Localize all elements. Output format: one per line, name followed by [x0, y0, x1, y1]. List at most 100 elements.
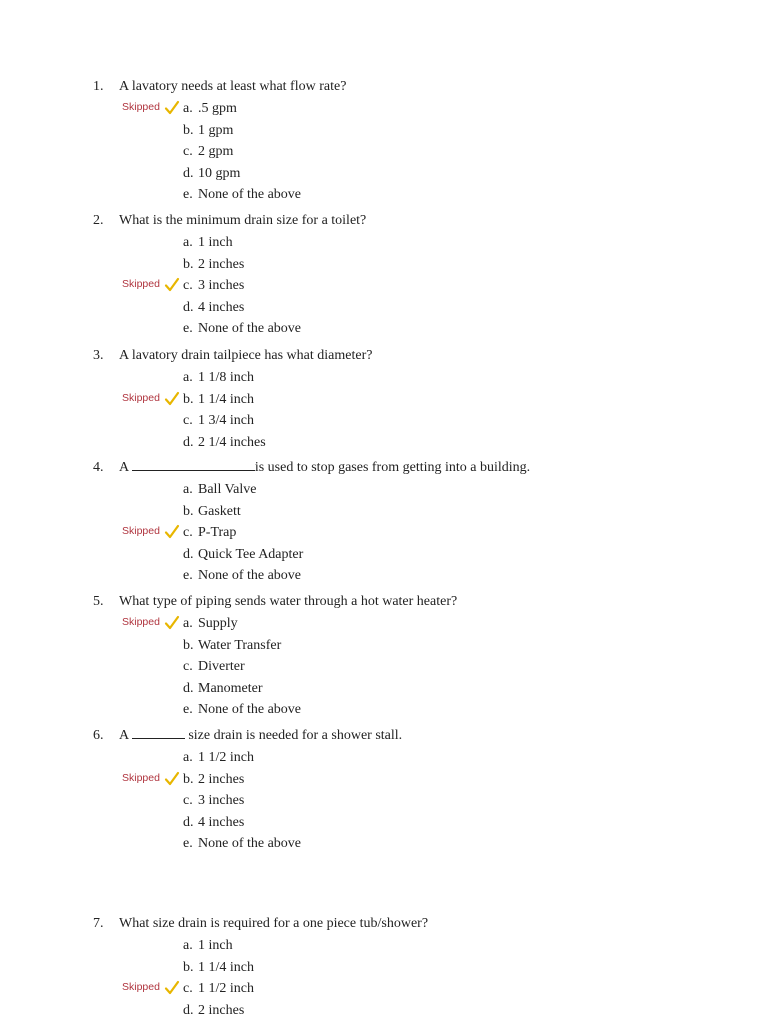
option-letter: a. [183, 235, 193, 250]
question-text: What is the minimum drain size for a toi… [119, 213, 367, 228]
option-letter: a. [183, 750, 193, 765]
skipped-label: Skipped [122, 616, 160, 628]
question-text: A lavatory drain tailpiece has what diam… [119, 348, 373, 363]
skipped-label: Skipped [122, 771, 160, 784]
option-b[interactable]: b. Gaskett [0, 501, 768, 523]
option-a[interactable]: Skipped a. Supply [0, 613, 768, 635]
option-e[interactable]: e. None of the above [0, 699, 768, 721]
option-text: Manometer [198, 680, 263, 696]
option-text: 2 inches [198, 256, 245, 272]
option-text: None of the above [198, 836, 302, 852]
option-text: None of the above [198, 568, 302, 584]
question-4: 4. A is used to stop gases from getting … [0, 457, 768, 587]
option-b[interactable]: b. 2 inches [0, 254, 768, 276]
option-a[interactable]: a. 1 inch [0, 232, 768, 254]
checkmark-icon [164, 525, 180, 539]
question-number: 2. [93, 213, 104, 228]
option-letter: d. [183, 546, 194, 562]
option-d[interactable]: d. 4 inches [0, 812, 768, 834]
option-a[interactable]: a. Ball Valve [0, 479, 768, 501]
option-letter: b. [183, 503, 194, 519]
skipped-label: Skipped [122, 101, 160, 113]
skipped-label: Skipped [122, 278, 160, 291]
option-b[interactable]: Skipped b. 1 1/4 inch [0, 389, 768, 411]
option-a[interactable]: a. 1 1/8 inch [0, 367, 768, 389]
option-letter: c. [183, 793, 193, 809]
option-d[interactable]: d. 4 inches [0, 297, 768, 319]
option-c[interactable]: Skipped c. P-Trap [0, 522, 768, 544]
option-text: 4 inches [198, 299, 245, 315]
option-c[interactable]: Skipped c. 1 1/2 inch [0, 978, 768, 1000]
option-b[interactable]: b. 1 gpm [0, 120, 768, 142]
option-letter: c. [183, 413, 193, 429]
option-d[interactable]: d. Manometer [0, 678, 768, 700]
option-text: P-Trap [198, 525, 237, 541]
question-7: 7. What size drain is required for a one… [0, 913, 768, 1021]
option-letter: b. [183, 637, 194, 653]
option-text: 3 inches [198, 278, 245, 294]
option-text: 1 inch [198, 938, 233, 953]
option-a[interactable]: a. 1 1/2 inch [0, 747, 768, 769]
option-e[interactable]: e. None of the above [0, 565, 768, 587]
option-letter: a. [183, 938, 193, 953]
option-text: 2 gpm [198, 144, 234, 160]
checkmark-icon [164, 771, 180, 785]
question-text-before: A [119, 460, 132, 475]
answer-blank [131, 725, 185, 739]
checkmark-icon [164, 391, 180, 405]
option-d[interactable]: d. 2 1/4 inches [0, 432, 768, 454]
question-number: 4. [93, 460, 104, 475]
option-letter: b. [183, 959, 194, 975]
option-c[interactable]: c. 1 3/4 inch [0, 410, 768, 432]
skipped-label: Skipped [122, 525, 160, 538]
option-e[interactable]: e. None of the above [0, 833, 768, 855]
option-text: Diverter [198, 659, 245, 675]
option-e[interactable]: e. None of the above [0, 318, 768, 340]
option-text: Gaskett [198, 503, 241, 519]
option-c[interactable]: c. Diverter [0, 656, 768, 678]
option-e[interactable]: e. None of the above [0, 184, 768, 206]
option-b[interactable]: b. 1 1/4 inch [0, 957, 768, 979]
option-b[interactable]: Skipped b. 2 inches [0, 769, 768, 791]
option-d[interactable]: d. Quick Tee Adapter [0, 544, 768, 566]
option-letter: b. [183, 771, 194, 787]
option-text: 2 inches [198, 771, 245, 787]
option-letter: b. [183, 122, 194, 138]
option-b[interactable]: b. Water Transfer [0, 635, 768, 657]
option-letter: a. [183, 616, 193, 631]
option-letter: e. [183, 187, 193, 203]
checkmark-icon [164, 981, 180, 995]
option-text: Quick Tee Adapter [198, 546, 304, 562]
option-letter: e. [183, 568, 193, 584]
question-text: What type of piping sends water through … [119, 594, 458, 609]
option-text: .5 gpm [198, 101, 237, 116]
option-c[interactable]: Skipped c. 3 inches [0, 275, 768, 297]
option-text: 4 inches [198, 814, 245, 830]
checkmark-icon [164, 615, 180, 630]
option-c[interactable]: c. 2 gpm [0, 141, 768, 163]
option-text: 1 1/4 inch [198, 391, 254, 407]
checkmark-icon [164, 278, 180, 292]
option-d[interactable]: d. 2 inches [0, 1000, 768, 1022]
question-3: 3. A lavatory drain tailpiece has what d… [0, 345, 768, 453]
option-letter: c. [183, 659, 193, 675]
option-a[interactable]: Skipped a. .5 gpm [0, 98, 768, 120]
option-letter: c. [183, 981, 193, 997]
question-text: A lavatory needs at least what flow rate… [119, 79, 347, 94]
option-text: Ball Valve [198, 482, 257, 497]
option-a[interactable]: a. 1 inch [0, 935, 768, 957]
option-letter: d. [183, 1002, 194, 1018]
option-text: Supply [198, 616, 238, 631]
question-number: 6. [93, 728, 104, 743]
option-letter: a. [183, 101, 193, 116]
question-text: A is used to stop gases from getting int… [119, 457, 530, 479]
question-5: 5. What type of piping sends water throu… [0, 591, 768, 721]
question-number: 3. [93, 348, 104, 363]
question-2: 2. What is the minimum drain size for a … [0, 210, 768, 340]
option-letter: e. [183, 836, 193, 852]
option-c[interactable]: c. 3 inches [0, 790, 768, 812]
option-letter: d. [183, 165, 194, 181]
option-d[interactable]: d. 10 gpm [0, 163, 768, 185]
option-text: 2 1/4 inches [198, 434, 266, 450]
option-text: None of the above [198, 187, 302, 203]
